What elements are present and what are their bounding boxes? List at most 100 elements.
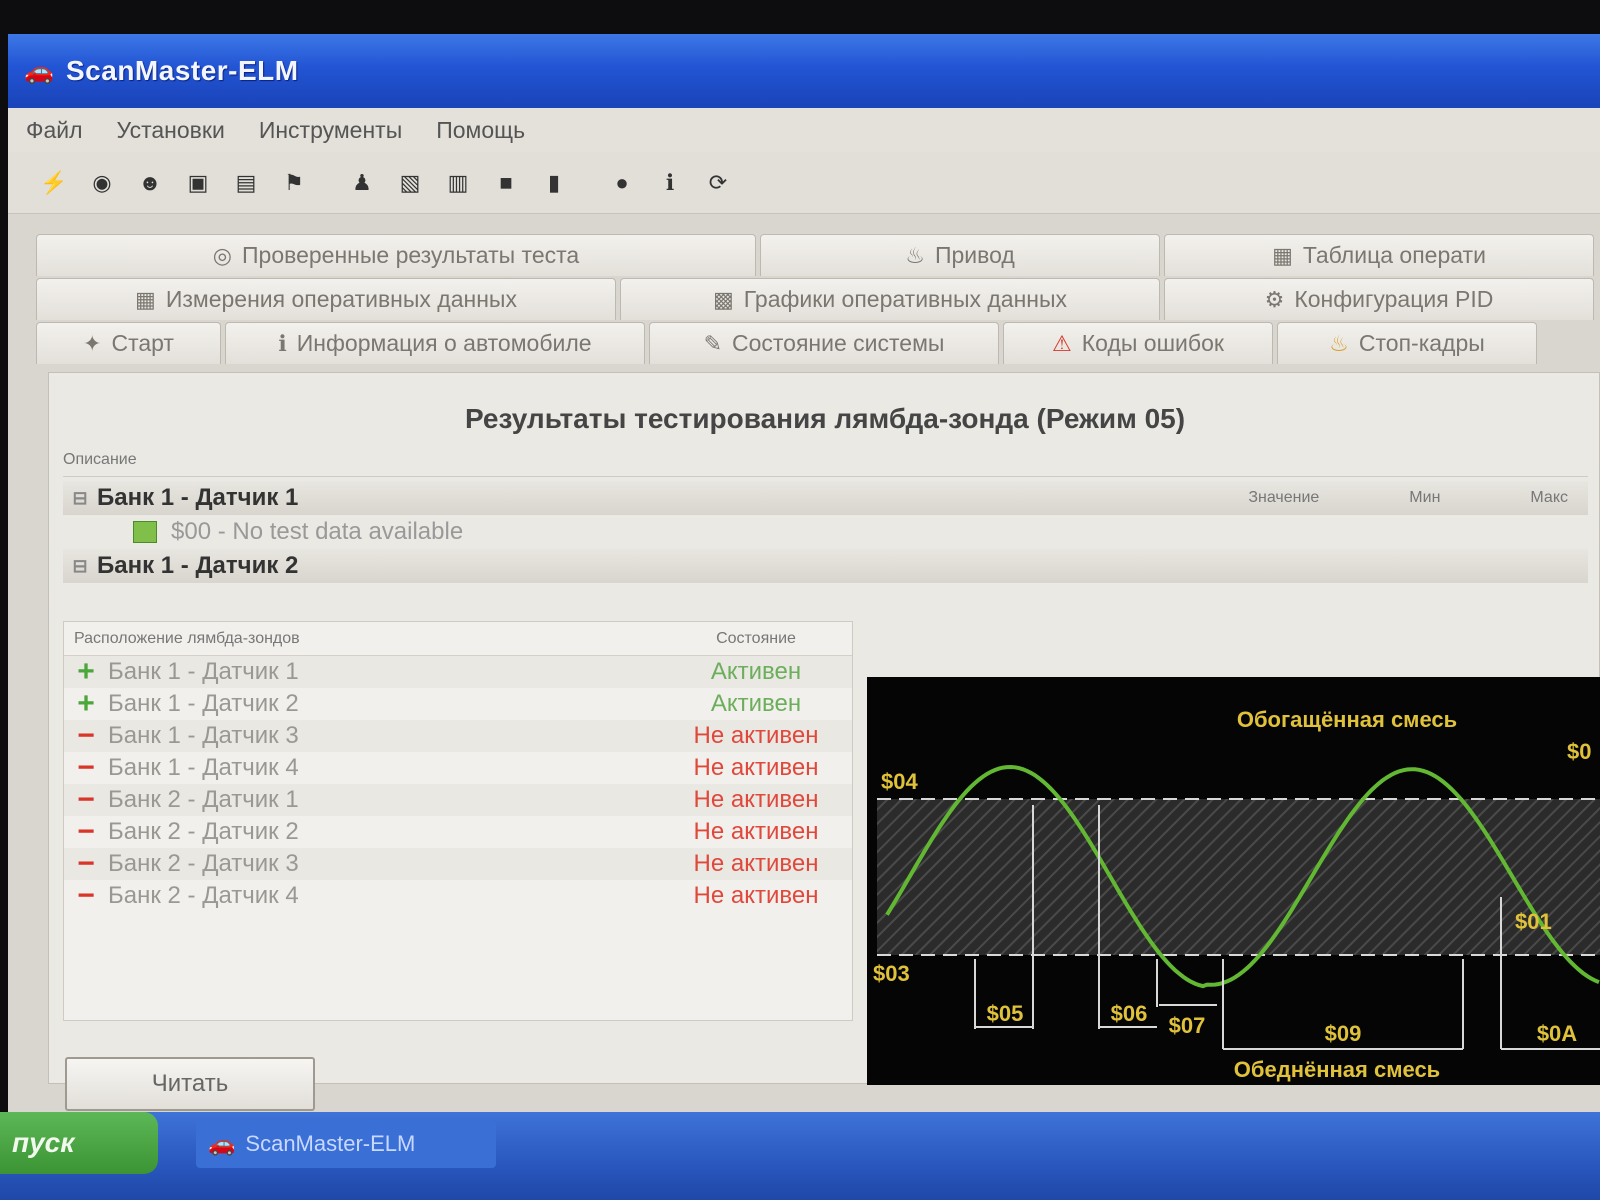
status-icon: ✎ <box>703 330 722 356</box>
tab-label: Коды ошибок <box>1081 330 1224 356</box>
document-button[interactable]: ▧ <box>392 165 428 201</box>
check-circle-icon: ◎ <box>212 242 232 268</box>
tab-strip: ◎ Проверенные результаты теста ♨ Привод … <box>36 234 1600 366</box>
tree-item-label: $00 - No test data available <box>171 518 464 545</box>
tab-vehicle-info[interactable]: ℹ Информация о автомобиле <box>225 322 645 364</box>
menu-file[interactable]: Файл <box>26 117 83 144</box>
gauge-icon: ● <box>615 169 629 195</box>
tab-freeze-frames[interactable]: ♨ Стоп-кадры <box>1277 322 1537 364</box>
tab-system-status[interactable]: ✎ Состояние системы <box>649 322 999 364</box>
menu-bar: Файл Установки Инструменты Помощь <box>8 108 1600 152</box>
gauge-button[interactable]: ● <box>604 165 640 201</box>
sensor-rows: + Банк 1 - Датчик 1 Активен + Банк 1 - Датчи… <box>64 655 852 912</box>
battery-button[interactable]: ▮ <box>536 165 572 201</box>
tab-error-codes[interactable]: ⚠ Коды ошибок <box>1003 322 1273 364</box>
tab-live-data-table[interactable]: ▦ Таблица операти <box>1164 234 1594 276</box>
tab-label: Измерения оперативных данных <box>165 286 517 312</box>
collapse-icon[interactable]: ⊟ <box>63 556 97 577</box>
tab-label: Стоп-кадры <box>1358 330 1485 356</box>
max-column: Макс <box>1530 489 1568 506</box>
sensor-status: Не активен <box>693 754 819 781</box>
tree-item[interactable]: $00 - No test data available <box>63 515 1588 549</box>
marker-06: $06 <box>1111 1001 1148 1026</box>
sensor-name: Банк 2 - Датчик 1 <box>108 786 299 813</box>
monitor-button[interactable]: ▣ <box>180 165 216 201</box>
test-result-icon <box>133 521 157 543</box>
tab-row-3: ✦ Старт ℹ Информация о автомобиле ✎ Сост… <box>36 322 1600 364</box>
minus-icon: − <box>77 815 95 848</box>
tab-pid-config[interactable]: ⚙ Конфигурация PID <box>1164 278 1594 320</box>
rich-mixture-label: Обогащённая смесь <box>1237 707 1457 732</box>
sensor-status: Активен <box>710 690 802 717</box>
tree-header: Описание <box>63 451 1588 477</box>
menu-tools[interactable]: Инструменты <box>259 117 402 144</box>
collapse-icon[interactable]: ⊟ <box>63 488 97 509</box>
tree-group-bank1-sensor1[interactable]: ⊟ Банк 1 - Датчик 1 Значение Мин Макс <box>63 481 1588 515</box>
connect-button[interactable]: ⚡ <box>36 165 72 201</box>
marker-04: $04 <box>881 769 918 794</box>
tab-live-data-graphs[interactable]: ▩ Графики оперативных данных <box>620 278 1160 320</box>
start-button[interactable]: пуск <box>0 1112 158 1174</box>
user-button[interactable]: ☻ <box>132 165 168 201</box>
menu-settings[interactable]: Установки <box>117 117 225 144</box>
tab-row-2: ▦ Измерения оперативных данных ▩ Графики… <box>36 278 1600 320</box>
page-title: Результаты тестирования лямбда-зонда (Ре… <box>464 403 1186 434</box>
marker-09: $09 <box>1325 1021 1362 1046</box>
film-button[interactable]: ■ <box>488 165 524 201</box>
printer-button[interactable]: ▥ <box>440 165 476 201</box>
film-icon: ■ <box>499 169 513 195</box>
plus-icon: + <box>77 687 95 720</box>
sensor-row[interactable]: − Банк 2 - Датчик 1 Не активен <box>64 783 852 816</box>
sensor-row[interactable]: − Банк 1 - Датчик 4 Не активен <box>64 751 852 784</box>
tab-drive[interactable]: ♨ Привод <box>760 234 1160 276</box>
sensor-row[interactable]: + Банк 1 - Датчик 2 Активен <box>64 687 852 720</box>
sensor-name: Банк 1 - Датчик 2 <box>108 690 299 717</box>
taskbar-item-label: ScanMaster-ELM <box>245 1131 416 1156</box>
tab-live-data-measurements[interactable]: ▦ Измерения оперативных данных <box>36 278 616 320</box>
mixture-band <box>877 799 1600 955</box>
sensor-list-header: Расположение лямбда-зондов Состояние <box>64 622 852 656</box>
tree-group-bank1-sensor2[interactable]: ⊟ Банк 1 - Датчик 2 <box>63 549 1588 583</box>
help-button[interactable]: ℹ <box>652 165 688 201</box>
read-button[interactable]: Читать <box>65 1057 315 1111</box>
minus-icon: − <box>77 879 95 912</box>
status-column: Состояние <box>716 629 796 647</box>
tab-verified-results[interactable]: ◎ Проверенные результаты теста <box>36 234 756 276</box>
taskbar-item-scanmaster[interactable]: 🚗 ScanMaster-ELM <box>196 1120 496 1168</box>
start-icon: ✦ <box>83 330 102 356</box>
sensor-name: Банк 1 - Датчик 1 <box>108 658 299 685</box>
globe-button[interactable]: ◉ <box>84 165 120 201</box>
sensor-status: Не активен <box>693 786 819 813</box>
sensor-status: Не активен <box>693 722 819 749</box>
description-column: Описание <box>63 451 137 468</box>
person-button[interactable]: ♟ <box>344 165 380 201</box>
user-icon: ☻ <box>138 169 162 195</box>
sensor-status: Не активен <box>693 818 819 845</box>
screen-button[interactable]: ▤ <box>228 165 264 201</box>
tab-start[interactable]: ✦ Старт <box>36 322 221 364</box>
tab-label: Графики оперативных данных <box>743 286 1068 312</box>
graph-icon: ▩ <box>712 286 734 312</box>
update-button[interactable]: ⟳ <box>700 165 736 201</box>
group-label: Банк 1 - Датчик 1 <box>97 484 299 511</box>
sensor-row[interactable]: − Банк 2 - Датчик 3 Не активен <box>64 847 852 880</box>
screen-icon: ▤ <box>235 169 257 195</box>
title-bar[interactable]: 🚗 ScanMaster-ELM <box>8 34 1600 108</box>
sensor-status: Активен <box>710 658 802 685</box>
sensor-row[interactable]: − Банк 2 - Датчик 2 Не активен <box>64 815 852 848</box>
lambda-diagram: Обогащённая смесь Обеднённая смесь $04 $03 $… <box>867 677 1600 1085</box>
sensor-list: Расположение лямбда-зондов Состояние + Ба… <box>63 621 853 1021</box>
marker-05: $05 <box>987 1001 1024 1026</box>
minus-icon: − <box>77 847 95 880</box>
marker-07: $07 <box>1169 1013 1206 1038</box>
menu-help[interactable]: Помощь <box>436 117 525 144</box>
sensor-row[interactable]: + Банк 1 - Датчик 1 Активен <box>64 655 852 688</box>
tab-label: Старт <box>111 330 174 356</box>
flag-button[interactable]: ⚑ <box>276 165 312 201</box>
sensor-row[interactable]: − Банк 1 - Датчик 3 Не активен <box>64 719 852 752</box>
tree-columns: Значение Мин Макс <box>1248 489 1588 507</box>
toolbar: ⚡ ◉ ☻ ▣ ▤ ⚑ ♟ ▧ ▥ ■ ▮ ● ℹ ⟳ <box>8 152 1600 214</box>
person-icon: ♟ <box>352 169 372 195</box>
sensor-name: Банк 1 - Датчик 4 <box>108 754 299 781</box>
sensor-row[interactable]: − Банк 2 - Датчик 4 Не активен <box>64 879 852 912</box>
